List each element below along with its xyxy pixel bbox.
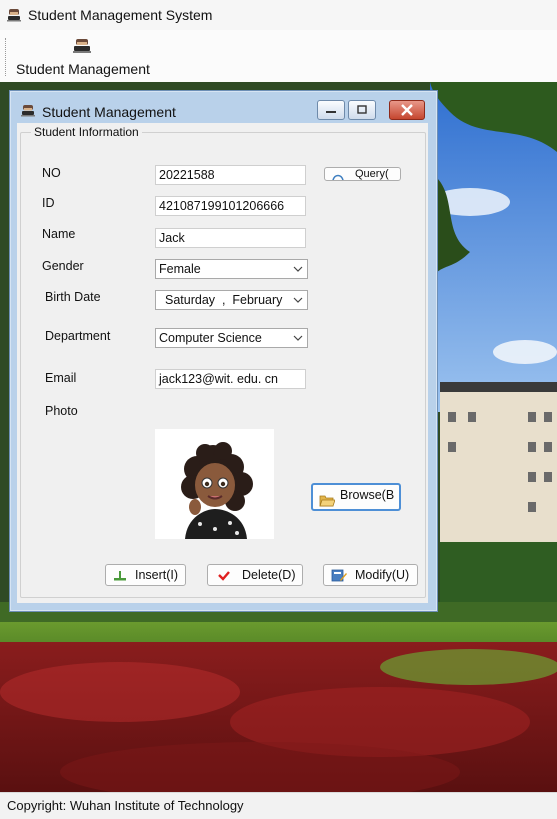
query-button[interactable]: Query( [324, 167, 401, 181]
gender-value: Female [159, 262, 201, 276]
toolbar: Student Management [0, 30, 557, 82]
close-button[interactable] [389, 100, 425, 120]
folder-open-icon [319, 495, 335, 507]
toolbar-grip[interactable] [5, 38, 8, 76]
student-photo [155, 429, 274, 539]
department-label: Department [45, 329, 111, 343]
close-icon [401, 104, 413, 116]
student-icon [7, 9, 21, 22]
toolbar-button-label: Student Management [16, 61, 150, 77]
birth-date-value: Saturday , February [165, 293, 283, 307]
red-check-icon [218, 571, 230, 581]
student-icon [73, 39, 91, 53]
restore-icon [357, 105, 367, 114]
edit-icon [331, 569, 347, 582]
gender-label: Gender [42, 259, 84, 273]
browse-button[interactable]: Browse(B [311, 483, 401, 511]
modify-button[interactable]: Modify(U) [323, 564, 418, 586]
insert-icon [114, 571, 126, 581]
department-value: Computer Science [159, 331, 262, 345]
delete-button[interactable]: Delete(D) [207, 564, 303, 586]
student-icon [21, 105, 35, 117]
browse-label: Browse(B [340, 488, 395, 502]
chevron-down-icon [293, 335, 303, 341]
maximize-button[interactable] [348, 100, 376, 120]
name-label: Name [42, 227, 76, 241]
query-label: Query( [355, 168, 389, 180]
email-label: Email [45, 371, 77, 385]
department-select[interactable]: Computer Science [155, 328, 308, 348]
modify-label: Modify(U) [355, 568, 410, 582]
id-label: ID [42, 196, 55, 210]
minimize-button[interactable] [317, 100, 345, 120]
birth-date-picker[interactable]: Saturday , February [155, 290, 308, 310]
no-label: NO [42, 166, 61, 180]
copyright-text: Copyright: Wuhan Institute of Technology [7, 798, 244, 813]
child-window-title: Student Management [42, 104, 176, 120]
search-icon [332, 174, 344, 180]
delete-label: Delete(D) [242, 568, 296, 582]
id-field[interactable]: 421087199101206666 [155, 196, 306, 216]
no-field[interactable]: 20221588 [155, 165, 306, 185]
name-field[interactable]: Jack [155, 228, 306, 248]
birth-date-label: Birth Date [45, 290, 101, 304]
status-bar: Copyright: Wuhan Institute of Technology [0, 792, 557, 819]
email-field[interactable]: jack123@wit. edu. cn [155, 369, 306, 389]
main-title-bar: Student Management System [0, 0, 557, 30]
photo-label: Photo [45, 404, 78, 418]
group-title: Student Information [31, 125, 142, 139]
chevron-down-icon [293, 297, 303, 303]
insert-label: Insert(I) [135, 568, 179, 582]
child-client-area: Student Information NO 20221588 Query( I… [17, 123, 428, 603]
child-title-bar[interactable]: Student Management [10, 91, 437, 121]
student-management-toolbar-button[interactable]: Student Management [14, 34, 154, 80]
chevron-down-icon [293, 266, 303, 272]
minimize-icon [326, 111, 336, 113]
insert-button[interactable]: Insert(I) [105, 564, 186, 586]
student-management-window[interactable]: Student Management Student Information N… [9, 90, 438, 612]
gender-select[interactable]: Female [155, 259, 308, 279]
student-avatar-image [181, 442, 253, 539]
window-title: Student Management System [28, 7, 213, 23]
